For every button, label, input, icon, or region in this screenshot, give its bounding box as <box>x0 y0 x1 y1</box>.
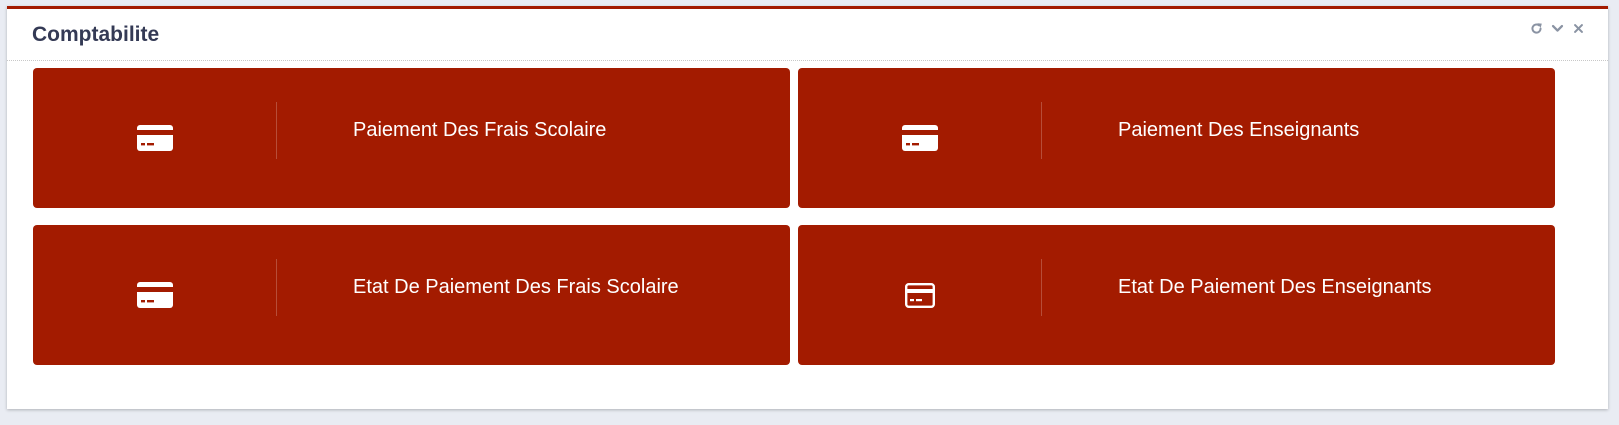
chevron-down-icon[interactable] <box>1550 21 1565 36</box>
credit-card-icon <box>136 282 173 308</box>
tile-paiement-enseignants[interactable]: Paiement Des Enseignants <box>798 68 1555 208</box>
tile-divider <box>276 259 277 316</box>
tile-divider <box>276 102 277 159</box>
panel-tools <box>1529 21 1586 36</box>
tile-label: Paiement Des Enseignants <box>1118 119 1360 141</box>
close-icon[interactable] <box>1571 21 1586 36</box>
tile-etat-paiement-frais-scolaire[interactable]: Etat De Paiement Des Frais Scolaire <box>33 225 790 365</box>
panel-header: Comptabilite <box>7 9 1608 61</box>
credit-card-icon <box>901 125 938 151</box>
tile-label: Paiement Des Frais Scolaire <box>353 119 607 141</box>
tile-etat-paiement-enseignants[interactable]: Etat De Paiement Des Enseignants <box>798 225 1555 365</box>
credit-card-outline-icon <box>904 282 935 308</box>
tile-label: Etat De Paiement Des Enseignants <box>1118 276 1432 298</box>
refresh-icon[interactable] <box>1529 21 1544 36</box>
panel-title: Comptabilite <box>32 23 160 46</box>
comptabilite-panel: Comptabilite Paiement Des Frais Scolaire… <box>7 6 1608 409</box>
tile-paiement-frais-scolaire[interactable]: Paiement Des Frais Scolaire <box>33 68 790 208</box>
tile-label: Etat De Paiement Des Frais Scolaire <box>353 276 679 298</box>
tile-divider <box>1041 102 1042 159</box>
tile-divider <box>1041 259 1042 316</box>
credit-card-icon <box>136 125 173 151</box>
